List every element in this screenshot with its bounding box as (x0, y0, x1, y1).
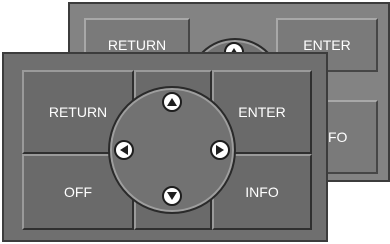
front-remote-panel: RETURN ENTER OFF INFO (2, 52, 328, 242)
enter-label: ENTER (238, 104, 286, 120)
arrow-up-icon (167, 98, 177, 106)
back-info-label: FO (328, 129, 348, 145)
arrow-left-icon (120, 145, 128, 155)
arrow-right-button[interactable] (210, 140, 230, 160)
back-enter-label: ENTER (303, 37, 351, 53)
arrow-down-icon (167, 192, 177, 200)
back-return-label: RETURN (107, 37, 167, 53)
return-label: RETURN (48, 104, 108, 120)
arrow-left-button[interactable] (114, 140, 134, 160)
arrow-up-button[interactable] (162, 92, 182, 112)
arrow-down-button[interactable] (162, 186, 182, 206)
info-label: INFO (245, 184, 279, 200)
arrow-right-icon (216, 145, 224, 155)
off-label: OFF (64, 184, 92, 200)
